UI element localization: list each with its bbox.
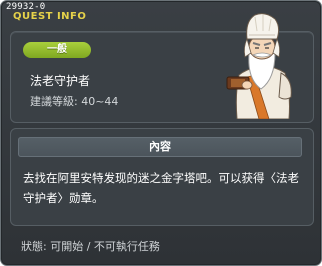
quest-status: 狀態: 可開始 / 不可執行任務 bbox=[21, 240, 160, 253]
npc-portrait-icon bbox=[225, 13, 299, 120]
recommended-level: 建議等級: 40~44 bbox=[30, 95, 119, 108]
window-title: QUEST INFO bbox=[13, 11, 87, 22]
quest-type-badge: 一般 bbox=[23, 42, 91, 58]
content-description: 去找在阿里安特发现的迷之金字塔吧。可以获得〈法老守护者〉勋章。 bbox=[23, 171, 299, 205]
quest-name: 法老守护者 bbox=[30, 74, 91, 88]
content-header: 內容 bbox=[18, 137, 302, 157]
quest-content-panel: 內容 去找在阿里安特发现的迷之金字塔吧。可以获得〈法老守护者〉勋章。 bbox=[10, 128, 314, 226]
quest-info-window: 29932-0 QUEST INFO 一般 法老守护者 建議等級: 40~44 bbox=[0, 0, 322, 266]
